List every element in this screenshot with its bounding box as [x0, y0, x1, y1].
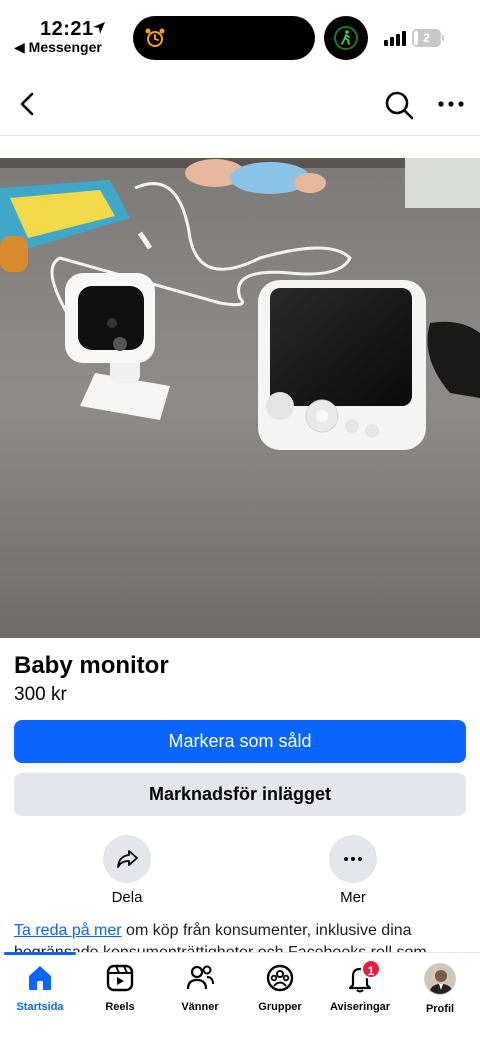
active-tab-indicator	[4, 952, 76, 955]
signal-icon	[384, 31, 406, 46]
tab-notifications[interactable]: 1 Aviseringar	[320, 959, 400, 1013]
more-options-icon[interactable]	[436, 96, 466, 112]
listing-photo[interactable]	[0, 158, 480, 638]
battery-level: 2	[423, 31, 430, 45]
tab-groups-label: Grupper	[258, 1001, 302, 1013]
more-label: Mer	[340, 889, 366, 906]
back-arrow-icon[interactable]	[14, 90, 42, 118]
more-action[interactable]: Mer	[323, 835, 383, 906]
reels-icon	[106, 964, 134, 992]
location-arrow-icon	[93, 22, 105, 34]
back-to-messenger[interactable]: ◀ Messenger	[14, 39, 102, 56]
friends-icon	[186, 965, 214, 990]
tab-groups[interactable]: Grupper	[240, 963, 320, 1013]
notification-badge: 1	[361, 959, 381, 979]
battery-indicator: 2	[412, 29, 444, 47]
more-dots-icon	[344, 857, 362, 861]
learn-more-link[interactable]: Ta reda på mer	[14, 922, 122, 939]
status-bar: 12:21 ◀ Messenger 2	[0, 0, 480, 62]
share-action[interactable]: Dela	[97, 835, 157, 906]
listing-title: Baby monitor	[14, 652, 169, 679]
status-time: 12:21	[40, 18, 94, 40]
consumer-info-text: Ta reda på mer om köp från konsumenter, …	[14, 920, 466, 954]
tab-profile[interactable]: Profil	[400, 963, 480, 1015]
listing-price: 300 kr	[14, 684, 67, 705]
tab-profile-label: Profil	[425, 1003, 455, 1015]
tab-reels-label: Reels	[105, 1001, 135, 1013]
tab-home-label: Startsida	[16, 1001, 64, 1013]
search-icon[interactable]	[384, 90, 414, 120]
tab-friends-label: Vänner	[181, 1001, 219, 1013]
share-button[interactable]	[103, 835, 151, 883]
profile-avatar	[424, 963, 456, 995]
share-label: Dela	[111, 889, 143, 906]
alarm-clock-icon	[145, 28, 165, 47]
share-icon	[117, 850, 138, 868]
tab-notifications-label: Aviseringar	[329, 1001, 391, 1013]
tab-reels[interactable]: Reels	[80, 963, 160, 1013]
mark-as-sold-button[interactable]: Markera som såld	[14, 720, 466, 763]
groups-icon	[266, 964, 294, 992]
tab-friends[interactable]: Vänner	[160, 963, 240, 1013]
home-icon	[29, 966, 51, 990]
top-navigation	[0, 72, 480, 136]
tab-home[interactable]: Startsida	[0, 963, 80, 1013]
walking-icon	[334, 26, 358, 50]
more-button[interactable]	[329, 835, 377, 883]
bottom-tab-bar: Startsida Reels Vänner Grupper 1 Aviseri…	[0, 952, 480, 1044]
promote-listing-button[interactable]: Marknadsför inlägget	[14, 773, 466, 816]
